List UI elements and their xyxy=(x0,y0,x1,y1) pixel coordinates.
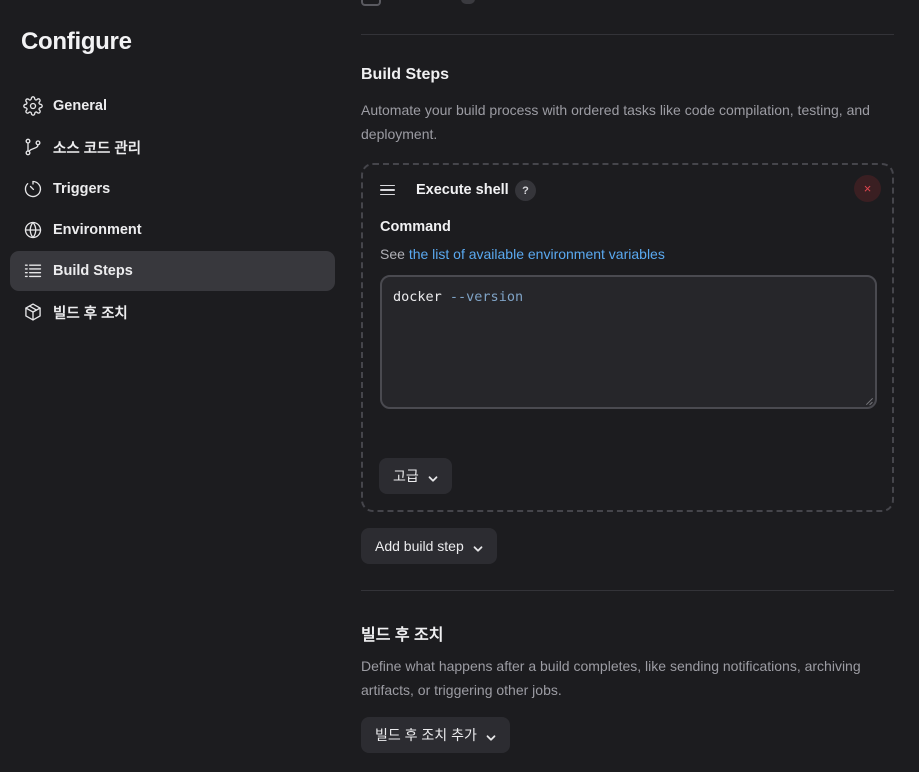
sidebar-item-post-build[interactable]: 빌드 후 조치 xyxy=(10,292,335,332)
git-branch-icon xyxy=(22,136,44,158)
gear-icon xyxy=(22,95,44,117)
help-icon[interactable]: ? xyxy=(515,180,536,201)
remove-step-button[interactable]: × xyxy=(854,175,881,202)
sidebar-item-label: General xyxy=(53,98,107,114)
drag-handle-icon[interactable] xyxy=(380,182,400,198)
post-build-description: Define what happens after a build comple… xyxy=(361,658,861,698)
divider xyxy=(361,590,894,591)
advanced-button[interactable]: 고급 xyxy=(379,458,452,494)
build-steps-title: Build Steps xyxy=(361,66,450,83)
add-post-build-label: 빌드 후 조치 추가 xyxy=(375,727,477,743)
sidebar-item-label: Environment xyxy=(53,221,142,238)
chevron-down-icon xyxy=(473,541,483,552)
sidebar-item-source-code[interactable]: 소스 코드 관리 xyxy=(10,127,335,167)
sidebar-item-general[interactable]: General xyxy=(10,86,335,126)
sidebar-item-label: Build Steps xyxy=(53,263,133,280)
sidebar-nav: General 소스 코드 관리 Triggers Environment Bu… xyxy=(10,86,335,334)
divider xyxy=(361,34,894,35)
page-title: Configure xyxy=(21,28,132,55)
add-build-step-label: Add build step xyxy=(375,538,464,554)
advanced-button-label: 고급 xyxy=(393,468,419,484)
help-icon xyxy=(461,0,475,4)
post-build-title: 빌드 후 조치 xyxy=(361,627,444,644)
build-steps-description: Automate your build process with ordered… xyxy=(361,102,870,142)
main-content: Build Steps Automate your build process … xyxy=(361,0,894,772)
execute-shell-step: Execute shell ? × Command See the list o… xyxy=(361,163,894,512)
add-post-build-action-button[interactable]: 빌드 후 조치 추가 xyxy=(361,717,510,753)
command-hint: See the list of available environment va… xyxy=(380,246,665,262)
sidebar-item-triggers[interactable]: Triggers xyxy=(10,169,335,209)
hint-prefix: See xyxy=(380,246,409,262)
package-icon xyxy=(22,301,44,323)
chevron-down-icon xyxy=(428,471,438,482)
configure-page: Configure General 소스 코드 관리 Triggers Envi… xyxy=(0,0,919,772)
list-icon xyxy=(22,260,44,282)
sidebar-item-environment[interactable]: Environment xyxy=(10,210,335,250)
sidebar-item-build-steps[interactable]: Build Steps xyxy=(10,251,335,292)
command-label: Command xyxy=(380,219,451,235)
chevron-down-icon xyxy=(486,730,496,741)
step-title: Execute shell xyxy=(416,182,509,198)
checkbox[interactable] xyxy=(361,0,381,6)
sidebar-item-label: Triggers xyxy=(53,180,111,197)
add-build-step-button[interactable]: Add build step xyxy=(361,528,497,564)
command-arg: --version xyxy=(449,289,524,305)
globe-icon xyxy=(22,219,44,241)
command-textarea[interactable]: docker --version xyxy=(380,275,877,409)
resize-handle-icon[interactable] xyxy=(865,397,873,405)
timer-icon xyxy=(22,178,44,200)
sidebar-item-label: 빌드 후 조치 xyxy=(53,305,128,322)
command-main: docker xyxy=(393,289,442,305)
sidebar-item-label: 소스 코드 관리 xyxy=(53,140,142,157)
env-variables-link[interactable]: the list of available environment variab… xyxy=(409,246,665,262)
sidebar: Configure General 소스 코드 관리 Triggers Envi… xyxy=(0,0,345,772)
